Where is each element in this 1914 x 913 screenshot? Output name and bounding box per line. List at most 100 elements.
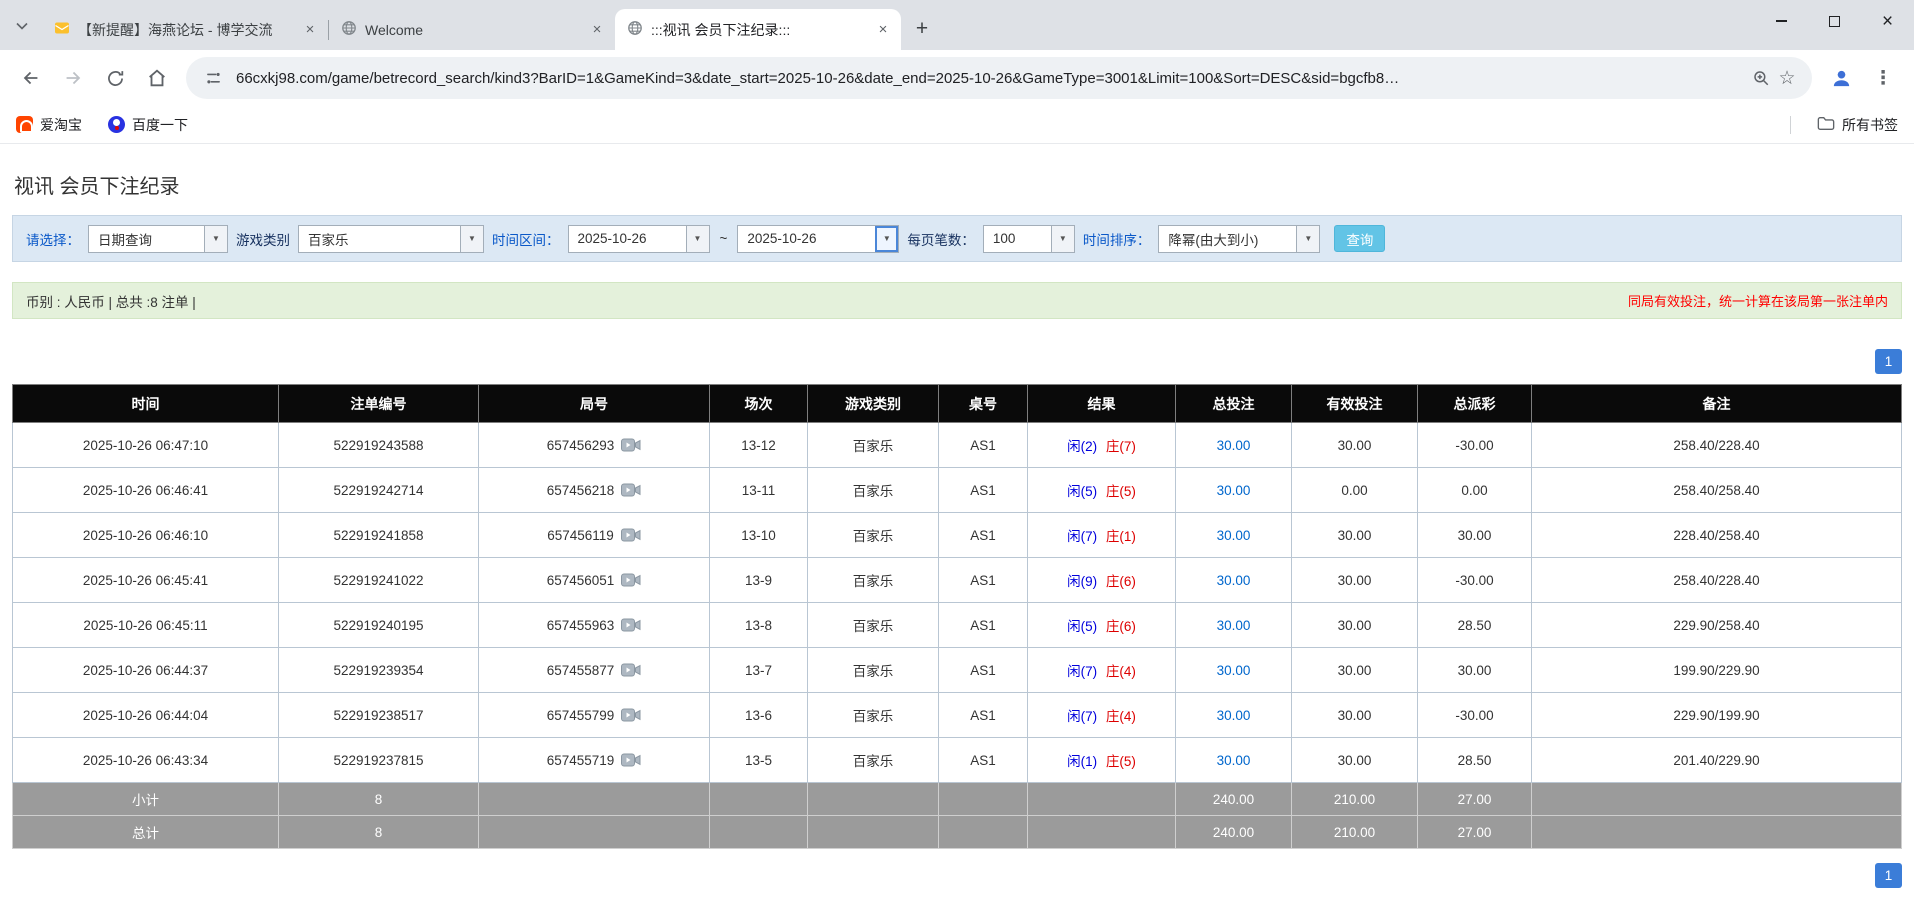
video-replay-icon[interactable] [621,483,641,497]
minimize-button[interactable] [1755,0,1808,42]
cell-note: 258.40/228.40 [1532,423,1902,468]
tab-bet-records[interactable]: :::视讯 会员下注纪录::: × [615,9,901,50]
page-1-button[interactable]: 1 [1875,863,1902,888]
col-game-type: 游戏类别 [808,385,939,423]
query-mode-select[interactable]: 日期查询 ▼ [88,225,228,253]
table-row: 2025-10-26 06:44:04 522919238517 6574557… [13,693,1902,738]
cell-total-bet[interactable]: 30.00 [1176,468,1292,513]
cell-time: 2025-10-26 06:47:10 [13,423,279,468]
cell-valid-bet: 30.00 [1292,513,1418,558]
cell-time: 2025-10-26 06:43:34 [13,738,279,783]
cell-total-bet[interactable]: 30.00 [1176,693,1292,738]
game-type-select[interactable]: 百家乐 ▼ [298,225,484,253]
cell-result: 闲(5) 庄(6) [1028,603,1176,648]
page-1-button[interactable]: 1 [1875,349,1902,374]
cell-session: 13-10 [710,513,808,558]
chevron-down-icon[interactable]: ▼ [686,226,709,252]
home-button[interactable] [136,57,178,99]
close-icon[interactable]: × [873,20,893,40]
page-size-label: 每页笔数： [907,229,975,249]
date-range-label: 时间区间： [492,229,560,249]
browser-menu-icon[interactable]: ⋮ [1862,57,1904,99]
cell-total-bet[interactable]: 30.00 [1176,558,1292,603]
video-replay-icon[interactable] [621,708,641,722]
close-icon: × [1882,12,1893,31]
cell-bet-id: 522919242714 [279,468,479,513]
cell-round-id: 657456218 [479,468,710,513]
bookmark-baidu[interactable]: 百度一下 [108,115,188,135]
bet-table-rows: 2025-10-26 06:47:10 522919243588 6574562… [13,423,1902,783]
bookmark-star-icon[interactable]: ☆ [1774,65,1800,91]
summary-info-bar: 币别 : 人民币 | 总共 :8 注单 | 同局有效投注，统一计算在该局第一张注… [12,282,1902,319]
cell-time: 2025-10-26 06:46:10 [13,513,279,558]
cell-game-type: 百家乐 [808,468,939,513]
close-icon[interactable]: × [300,20,320,40]
cell-total-bet[interactable]: 30.00 [1176,648,1292,693]
date-start-select[interactable]: 2025-10-26 ▼ [568,225,710,253]
cell-time: 2025-10-26 06:46:41 [13,468,279,513]
address-bar[interactable]: 66cxkj98.com/game/betrecord_search/kind3… [186,57,1812,99]
cell-total-bet[interactable]: 30.00 [1176,423,1292,468]
cell-total-bet[interactable]: 30.00 [1176,513,1292,558]
filter-bar: 请选择： 日期查询 ▼ 游戏类别 百家乐 ▼ 时间区间： 2025-10-26 … [12,215,1902,262]
tab-welcome[interactable]: Welcome × [329,9,615,50]
col-result: 结果 [1028,385,1176,423]
video-replay-icon[interactable] [621,663,641,677]
close-window-button[interactable]: × [1861,0,1914,42]
video-replay-icon[interactable] [621,753,641,767]
cell-round-id: 657455877 [479,648,710,693]
chevron-down-icon[interactable]: ▼ [875,226,898,252]
total-count: 8 [279,816,479,849]
video-replay-icon[interactable] [621,528,641,542]
cell-bet-id: 522919241858 [279,513,479,558]
chevron-down-icon[interactable]: ▼ [204,226,227,252]
date-end-select[interactable]: 2025-10-26 ▼ [737,225,899,253]
chevron-down-icon[interactable]: ▼ [460,226,483,252]
cell-round-id: 657456293 [479,423,710,468]
result-banker: 庄(4) [1106,709,1136,724]
video-replay-icon[interactable] [621,618,641,632]
video-replay-icon[interactable] [621,573,641,587]
cell-session: 13-6 [710,693,808,738]
cell-round-id: 657455719 [479,738,710,783]
col-round-id: 局号 [479,385,710,423]
chevron-down-icon[interactable] [16,17,28,35]
refresh-button[interactable] [94,57,136,99]
video-replay-icon[interactable] [621,438,641,452]
close-icon[interactable]: × [587,20,607,40]
profile-avatar[interactable] [1820,57,1862,99]
chevron-down-icon[interactable]: ▼ [1296,226,1319,252]
game-type-label: 游戏类别 [236,229,290,249]
cell-payout: -30.00 [1418,693,1532,738]
cell-result: 闲(2) 庄(7) [1028,423,1176,468]
cell-payout: -30.00 [1418,423,1532,468]
pagination-bottom: 1 [12,863,1902,888]
all-bookmarks-button[interactable]: 所有书签 [1817,115,1898,135]
zoom-icon[interactable] [1748,65,1774,91]
chevron-down-icon[interactable]: ▼ [1051,226,1074,252]
bookmark-taobao[interactable]: 爱淘宝 [16,115,82,135]
cell-session: 13-5 [710,738,808,783]
sort-order-select[interactable]: 降幂(由大到小) ▼ [1158,225,1320,253]
back-button[interactable] [10,57,52,99]
tab-forum[interactable]: 【新提醒】海燕论坛 - 博学交流 × [42,9,328,50]
table-row: 2025-10-26 06:45:41 522919241022 6574560… [13,558,1902,603]
cell-result: 闲(7) 庄(4) [1028,648,1176,693]
total-valid-bet: 210.00 [1292,816,1418,849]
cell-valid-bet: 30.00 [1292,558,1418,603]
result-banker: 庄(4) [1106,664,1136,679]
url-text[interactable]: 66cxkj98.com/game/betrecord_search/kind3… [236,70,1738,87]
cell-bet-id: 522919239354 [279,648,479,693]
forward-button[interactable] [52,57,94,99]
site-info-icon[interactable] [200,65,226,91]
cell-result: 闲(7) 庄(4) [1028,693,1176,738]
page-size-select[interactable]: 100 ▼ [983,225,1075,253]
cell-total-bet[interactable]: 30.00 [1176,738,1292,783]
cell-total-bet[interactable]: 30.00 [1176,603,1292,648]
new-tab-button[interactable]: + [907,14,937,44]
maximize-button[interactable] [1808,0,1861,42]
search-button[interactable]: 查询 [1334,225,1385,252]
page-content: 视讯 会员下注纪录 请选择： 日期查询 ▼ 游戏类别 百家乐 ▼ 时间区间： 2… [0,170,1914,888]
result-player: 闲(2) [1067,439,1097,454]
bet-table-summary: 小计 8 240.00 210.00 27.00 总计 8 240.00 210… [13,783,1902,849]
